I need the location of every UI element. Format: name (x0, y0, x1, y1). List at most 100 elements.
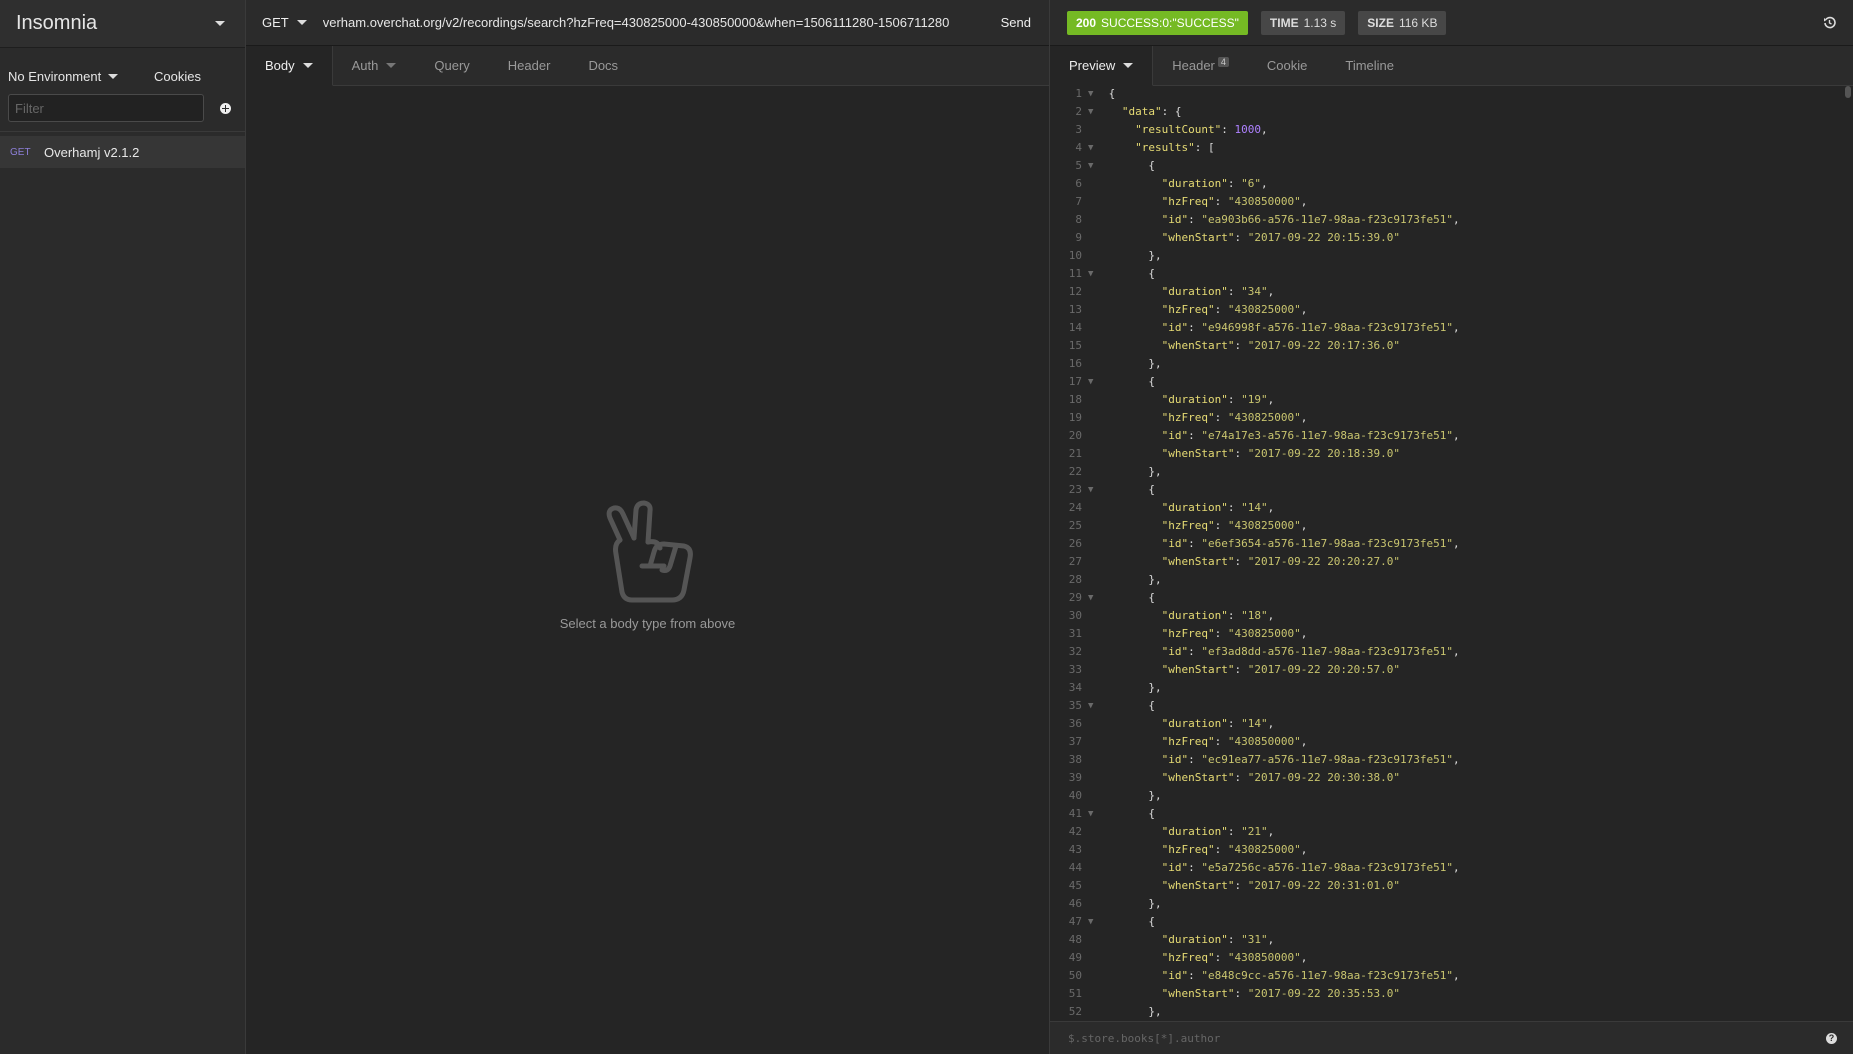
code-line: 5 ▼ { (1050, 157, 1853, 175)
tab-docs[interactable]: Docs (569, 46, 637, 85)
cookies-button[interactable]: Cookies (154, 69, 201, 84)
code-text: "whenStart": "2017-09-22 20:18:39.0" (1161, 447, 1401, 460)
code-line: 8 "id": "ea903b66-a576-11e7-98aa-f23c917… (1050, 211, 1853, 229)
fold-toggle-icon[interactable]: ▼ (1086, 481, 1102, 499)
fold-toggle-icon[interactable]: ▼ (1086, 373, 1102, 391)
line-number: 52 (1068, 1005, 1082, 1018)
code-line: 20 "id": "e74a17e3-a576-11e7-98aa-f23c91… (1050, 427, 1853, 445)
tab-auth[interactable]: Auth (333, 46, 416, 85)
chevron-down-icon[interactable] (215, 21, 225, 26)
code-line: 31 "hzFreq": "430825000", (1050, 625, 1853, 643)
code-text: }, (1148, 573, 1162, 586)
fold-toggle-icon[interactable]: ▼ (1086, 805, 1102, 823)
code-text: "hzFreq": "430825000", (1161, 411, 1308, 424)
divider (0, 131, 245, 132)
method-dropdown[interactable]: GET (246, 15, 323, 30)
code-text: "duration": "18", (1161, 609, 1275, 622)
fold-toggle-icon (1086, 499, 1102, 517)
response-pane: 200 SUCCESS:0:"SUCCESS" TIME 1.13 s SIZE… (1050, 0, 1853, 1054)
sidebar-request-item[interactable]: GET Overhamj v2.1.2 (0, 136, 245, 168)
code-line: 3 "resultCount": 1000, (1050, 121, 1853, 139)
code-line: 49 "hzFreq": "430850000", (1050, 949, 1853, 967)
code-text: "hzFreq": "430850000", (1161, 195, 1308, 208)
fold-toggle-icon (1086, 733, 1102, 751)
code-text: "id": "ea903b66-a576-11e7-98aa-f23c9173f… (1161, 213, 1460, 226)
fold-toggle-icon[interactable]: ▼ (1086, 139, 1102, 157)
tab-body[interactable]: Body (246, 46, 333, 86)
code-text: "id": "ec91ea77-a576-11e7-98aa-f23c9173f… (1161, 753, 1460, 766)
code-text: "id": "e848c9cc-a576-11e7-98aa-f23c9173f… (1161, 969, 1460, 982)
line-number: 28 (1068, 573, 1082, 586)
fold-toggle-icon[interactable]: ▼ (1086, 103, 1102, 121)
fold-toggle-icon (1086, 787, 1102, 805)
tab-cookie[interactable]: Cookie (1248, 46, 1326, 85)
fold-toggle-icon (1086, 715, 1102, 733)
fold-toggle-icon[interactable]: ▼ (1086, 157, 1102, 175)
code-text: "duration": "6", (1161, 177, 1268, 190)
code-text: }, (1148, 897, 1162, 910)
url-input[interactable]: verham.overchat.org/v2/recordings/search… (323, 15, 983, 30)
response-status-bar: 200 SUCCESS:0:"SUCCESS" TIME 1.13 s SIZE… (1050, 0, 1853, 46)
code-line: 27 "whenStart": "2017-09-22 20:20:27.0" (1050, 553, 1853, 571)
fold-toggle-icon[interactable]: ▼ (1086, 265, 1102, 283)
fold-toggle-icon[interactable]: ▼ (1086, 913, 1102, 931)
code-text: "duration": "31", (1161, 933, 1275, 946)
fold-toggle-icon (1086, 247, 1102, 265)
fold-toggle-icon[interactable]: ▼ (1086, 697, 1102, 715)
code-text: "hzFreq": "430850000", (1161, 735, 1308, 748)
code-text: { (1148, 807, 1155, 820)
code-text: "id": "e6ef3654-a576-11e7-98aa-f23c9173f… (1161, 537, 1460, 550)
tab-header[interactable]: Header (489, 46, 570, 85)
tab-label: Header (507, 58, 551, 73)
code-line: 6 "duration": "6", (1050, 175, 1853, 193)
code-text: "whenStart": "2017-09-22 20:30:38.0" (1161, 771, 1401, 784)
fold-toggle-icon (1086, 823, 1102, 841)
tab-preview[interactable]: Preview (1050, 46, 1154, 86)
fold-toggle-icon (1086, 319, 1102, 337)
code-line: 15 "whenStart": "2017-09-22 20:17:36.0" (1050, 337, 1853, 355)
size-value: 116 KB (1398, 15, 1438, 30)
send-button[interactable]: Send (983, 15, 1049, 30)
tab-query[interactable]: Query (415, 46, 488, 85)
history-icon[interactable] (1823, 16, 1836, 29)
code-line: 12 "duration": "34", (1050, 283, 1853, 301)
fold-toggle-icon (1086, 391, 1102, 409)
environment-selector[interactable]: No Environment (8, 69, 119, 84)
workspace-header[interactable]: Insomnia (0, 0, 245, 48)
empty-body-hint: Select a body type from above (559, 616, 736, 631)
code-text: "whenStart": "2017-09-22 20:20:27.0" (1161, 555, 1401, 568)
help-icon[interactable]: ? (1826, 1032, 1837, 1044)
header-count-badge: 4 (1217, 56, 1229, 67)
code-line: 10 }, (1050, 247, 1853, 265)
fold-toggle-icon[interactable]: ▼ (1086, 85, 1102, 103)
line-number: 34 (1068, 681, 1082, 694)
fold-toggle-icon (1086, 301, 1102, 319)
tab-timeline[interactable]: Timeline (1326, 46, 1413, 85)
line-number: 39 (1068, 771, 1082, 784)
line-number: 48 (1068, 933, 1082, 946)
fold-toggle-icon (1086, 1003, 1102, 1021)
add-request-icon[interactable] (220, 102, 231, 114)
scrollbar-thumb[interactable] (1845, 86, 1851, 98)
line-number: 31 (1068, 627, 1082, 640)
code-text: }, (1148, 357, 1162, 370)
chevron-down-icon (108, 73, 119, 79)
fold-toggle-icon (1086, 535, 1102, 553)
code-line: 37 "hzFreq": "430850000", (1050, 733, 1853, 751)
fold-toggle-icon (1086, 463, 1102, 481)
line-number: 33 (1068, 663, 1082, 676)
code-text: "whenStart": "2017-09-22 20:15:39.0" (1161, 231, 1401, 244)
code-text: "duration": "19", (1161, 393, 1275, 406)
line-number: 24 (1068, 501, 1082, 514)
response-filter-input[interactable] (1066, 1030, 1470, 1046)
code-line: 23 ▼ { (1050, 481, 1853, 499)
code-line: 25 "hzFreq": "430825000", (1050, 517, 1853, 535)
line-number: 23 (1068, 483, 1082, 496)
chevron-down-icon (386, 63, 397, 68)
fold-toggle-icon[interactable]: ▼ (1086, 589, 1102, 607)
tab-response-header[interactable]: Header 4 (1153, 46, 1248, 85)
line-number: 14 (1068, 321, 1082, 334)
response-body-viewer[interactable]: 1 ▼ {2 ▼ "data": {3 "resultCount": 1000, 4 ▼… (1050, 85, 1853, 1022)
code-text: "data": { (1121, 105, 1182, 118)
filter-input[interactable] (8, 94, 204, 122)
